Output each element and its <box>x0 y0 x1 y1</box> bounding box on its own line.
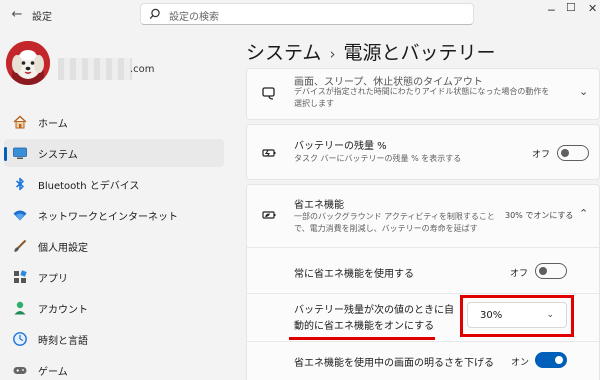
energy-saver-status: 30% でオンにする <box>505 211 574 220</box>
clock-globe-icon <box>13 332 27 346</box>
dog-avatar-image <box>6 41 50 85</box>
wifi-icon <box>13 210 27 221</box>
breadcrumb-separator: › <box>329 45 336 63</box>
toggle-knob <box>561 149 569 157</box>
toggle-state-label: オフ <box>532 150 551 160</box>
toggle-state-label: オフ <box>510 269 529 279</box>
app-title: 設定 <box>32 12 52 23</box>
battery-percentage-card: バッテリーの残量 % タスク バーにバッテリーの残量 % を表示する オフ <box>246 124 600 180</box>
card-description: デバイスが指定された時間にわたりアイドル状態になった場合の動作を選択します <box>294 87 550 108</box>
card-description: タスク バーにバッテリーの残量 % を表示する <box>294 154 462 163</box>
gamepad-icon <box>13 367 27 374</box>
dim-screen-toggle[interactable] <box>535 352 567 368</box>
sidebar-item-label: Bluetooth とデバイス <box>38 181 140 192</box>
person-icon <box>14 301 26 315</box>
divider <box>247 341 599 342</box>
sidebar-item-bluetooth[interactable]: Bluetooth とデバイス <box>4 170 224 198</box>
sleep-timeout-card[interactable]: 画面、スリープ、休止状態のタイムアウト デバイスが指定された時間にわたりアイドル… <box>246 68 600 120</box>
dim-screen-label: 省エネ機能を使用中の画面の明るさを下げる <box>294 358 494 369</box>
highlight-box <box>460 295 574 337</box>
sidebar-item-time-language[interactable]: 時刻と言語 <box>4 325 224 353</box>
account-email: .com <box>58 58 158 80</box>
auto-threshold-label-line1: バッテリー残量が次の値のときに自 <box>294 305 454 316</box>
page-title: システム › 電源とバッテリー <box>246 38 495 65</box>
battery-percentage-toggle[interactable] <box>557 145 589 161</box>
arrow-left-icon: ← <box>11 7 23 22</box>
divider <box>247 293 599 294</box>
monitor-icon <box>13 147 27 159</box>
sidebar-item-label: ネットワークとインターネット <box>38 212 178 223</box>
sidebar-item-label: アカウント <box>38 305 88 316</box>
maximize-button[interactable]: ☐ <box>566 1 576 14</box>
energy-saver-card: 省エネ機能 一部のバックグラウンド アクティビティを制限すること で、電力消費を… <box>246 184 600 380</box>
divider <box>247 247 599 248</box>
card-title: バッテリーの残量 % <box>294 141 387 152</box>
card-description-line1: 一部のバックグラウンド アクティビティを制限すること <box>294 212 495 221</box>
chevron-up-icon: ⌃ <box>579 207 589 220</box>
battery-leaf-icon <box>262 211 276 219</box>
screen-timeout-icon <box>262 87 275 100</box>
sidebar-item-network[interactable]: ネットワークとインターネット <box>4 201 224 229</box>
minimize-button[interactable]: ─ <box>548 4 555 17</box>
sidebar-item-accounts[interactable]: アカウント <box>4 294 224 322</box>
search-placeholder: 設定の検索 <box>169 12 219 23</box>
sidebar-item-label: アプリ <box>38 274 68 285</box>
highlight-underline <box>289 337 435 340</box>
back-button[interactable]: ← <box>8 6 26 24</box>
sidebar-item-gaming[interactable]: ゲーム <box>4 356 224 380</box>
sidebar-item-system[interactable]: システム <box>4 139 224 167</box>
avatar[interactable] <box>6 41 50 85</box>
card-title: 省エネ機能 <box>294 200 344 211</box>
bluetooth-icon <box>16 177 24 191</box>
battery-charging-icon <box>262 149 276 157</box>
card-description-line2: で、電力消費を削減し、バッテリーの寿命を延ばす <box>294 224 478 233</box>
apps-icon <box>14 270 27 283</box>
chevron-down-icon: ⌄ <box>579 85 589 98</box>
search-icon <box>149 8 160 20</box>
toggle-state-label: オン <box>511 358 530 368</box>
energy-saver-header[interactable]: 省エネ機能 一部のバックグラウンド アクティビティを制限すること で、電力消費を… <box>247 185 599 245</box>
active-indicator <box>4 147 7 161</box>
sidebar-item-label: ホーム <box>38 119 68 130</box>
sidebar-item-label: 個人用設定 <box>38 243 88 254</box>
home-icon <box>13 115 27 129</box>
always-use-label: 常に省エネ機能を使用する <box>294 269 414 280</box>
email-domain: .com <box>130 64 155 75</box>
title-bar: ← 設定 設定の検索 ─ ☐ ✕ <box>0 0 600 30</box>
auto-threshold-label-line2: 動的に省エネ機能をオンにする <box>294 321 435 332</box>
brush-icon <box>14 239 27 252</box>
breadcrumb-current: 電源とバッテリー <box>343 42 496 64</box>
sidebar-item-label: 時刻と言語 <box>38 336 88 347</box>
toggle-knob <box>539 267 547 275</box>
toggle-knob <box>555 356 563 364</box>
sidebar-item-personalization[interactable]: 個人用設定 <box>4 232 224 260</box>
sidebar-item-label: ゲーム <box>38 367 68 378</box>
close-button[interactable]: ✕ <box>588 2 597 15</box>
sidebar-item-label: システム <box>38 150 78 161</box>
always-use-toggle[interactable] <box>535 263 567 279</box>
search-input[interactable]: 設定の検索 <box>140 3 474 25</box>
email-redaction <box>58 58 132 80</box>
sidebar-item-home[interactable]: ホーム <box>4 108 224 136</box>
sidebar-item-apps[interactable]: アプリ <box>4 263 224 291</box>
breadcrumb-parent[interactable]: システム <box>246 42 321 64</box>
